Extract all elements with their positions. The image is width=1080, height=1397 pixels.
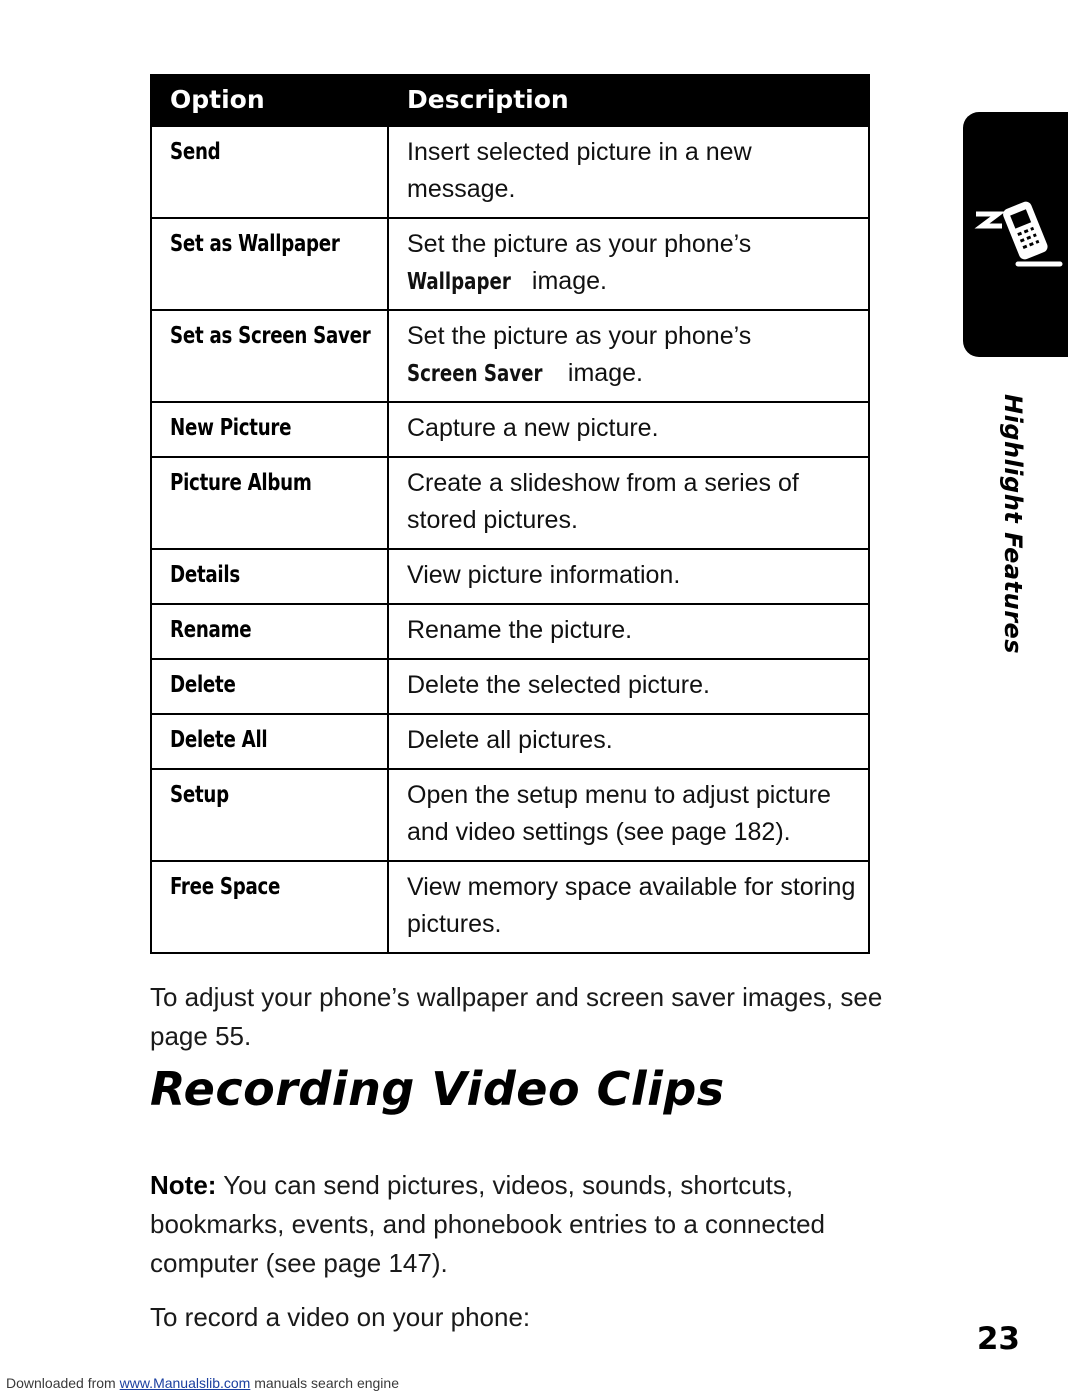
options-table: Option Description Send Insert selected … [150,74,870,954]
description-text: Insert selected picture in a new message… [407,138,752,203]
table-cell-option: Delete All [150,713,389,770]
table-cell-description: Delete the selected picture. [387,658,870,715]
column-header-description: Description [387,74,870,127]
description-emphasis: Screen Saver [407,361,543,387]
option-label: Set as Screen Saver [170,323,371,349]
option-label: Picture Album [170,470,312,496]
description-text: Capture a new picture. [407,414,659,442]
table-row: Picture Album Create a slideshow from a … [150,456,870,550]
description-text: View memory space available for storing … [407,873,856,938]
table-row: Delete All Delete all pictures. [150,713,870,770]
table-cell-description: Set the picture as your phone’s Wallpape… [387,217,870,311]
description-suffix: image. [560,359,643,387]
table-cell-description: Create a slideshow from a series of stor… [387,456,870,550]
table-cell-option: Send [150,125,389,219]
table-cell-description: Capture a new picture. [387,401,870,458]
table-body: Send Insert selected picture in a new me… [150,125,870,954]
table-cell-option: Details [150,548,389,605]
option-label: Free Space [170,874,281,900]
description-text: Delete all pictures. [407,726,613,754]
table-cell-option: Setup [150,768,389,862]
phone-with-motion-lines-icon [972,196,1064,276]
table-cell-description: Rename the picture. [387,603,870,660]
table-row: Setup Open the setup menu to adjust pict… [150,768,870,862]
description-text: Open the setup menu to adjust picture an… [407,781,831,846]
note-label: Note: [150,1170,217,1200]
page-number: 23 [976,1321,1020,1357]
paragraph-record-intro: To record a video on your phone: [150,1302,531,1332]
section-title-recording-video-clips: Recording Video Clips [150,1062,725,1116]
footer-suffix: manuals search engine [250,1375,399,1391]
table-row: Details View picture information. [150,548,870,605]
option-label: Delete All [170,727,268,753]
option-label: Send [170,139,221,165]
table-row: Send Insert selected picture in a new me… [150,125,870,219]
table-cell-option: Delete [150,658,389,715]
table-cell-description: Set the picture as your phone’s Screen S… [387,309,870,403]
paragraph-note: Note: You can send pictures, videos, sou… [150,1166,930,1283]
table-cell-option: Rename [150,603,389,660]
option-label: Rename [170,617,252,643]
table-cell-description: Delete all pictures. [387,713,870,770]
table-cell-option: Set as Screen Saver [150,309,389,403]
description-text: Delete the selected picture. [407,671,710,699]
description-text: Rename the picture. [407,616,633,644]
table-header-row: Option Description [150,74,870,127]
table-cell-option: Picture Album [150,456,389,550]
description-text: View picture information. [407,561,681,589]
footer-prefix: Downloaded from [6,1375,120,1391]
table-cell-description: View picture information. [387,548,870,605]
table-row: New Picture Capture a new picture. [150,401,870,458]
table-cell-description: View memory space available for storing … [387,860,870,954]
footer-attribution: Downloaded from www.Manualslib.com manua… [0,1371,1080,1397]
side-tab-label: Highlight Features [999,394,1027,655]
note-text: You can send pictures, videos, sounds, s… [150,1170,825,1278]
table-row: Free Space View memory space available f… [150,860,870,954]
table-cell-option: New Picture [150,401,389,458]
table-row: Set as Wallpaper Set the picture as your… [150,217,870,311]
option-label: Details [170,562,240,588]
document-page: Option Description Send Insert selected … [0,0,1080,1397]
description-prefix: Set the picture as your phone’s [407,230,752,258]
description-prefix: Set the picture as your phone’s [407,322,752,350]
column-header-option: Option [150,74,389,127]
table-cell-description: Open the setup menu to adjust picture an… [387,768,870,862]
option-label: Delete [170,672,236,698]
table-cell-description: Insert selected picture in a new message… [387,125,870,219]
option-label: Set as Wallpaper [170,231,340,257]
table-row: Delete Delete the selected picture. [150,658,870,715]
paragraph-adjust-images: To adjust your phone’s wallpaper and scr… [150,982,883,1051]
description-suffix: image. [524,267,607,295]
options-table-container: Option Description Send Insert selected … [150,74,870,954]
description-emphasis: Wallpaper [407,269,511,295]
description-text: Create a slideshow from a series of stor… [407,469,799,534]
description-text: Set the picture as your phone’s Wallpape… [407,230,751,295]
option-label: Setup [170,782,229,808]
table-cell-option: Free Space [150,860,389,954]
description-text: Set the picture as your phone’s Screen S… [407,322,751,387]
manualslib-link[interactable]: www.Manualslib.com [120,1375,251,1391]
table-row: Rename Rename the picture. [150,603,870,660]
table-cell-option: Set as Wallpaper [150,217,389,311]
option-label: New Picture [170,415,292,441]
table-row: Set as Screen Saver Set the picture as y… [150,309,870,403]
